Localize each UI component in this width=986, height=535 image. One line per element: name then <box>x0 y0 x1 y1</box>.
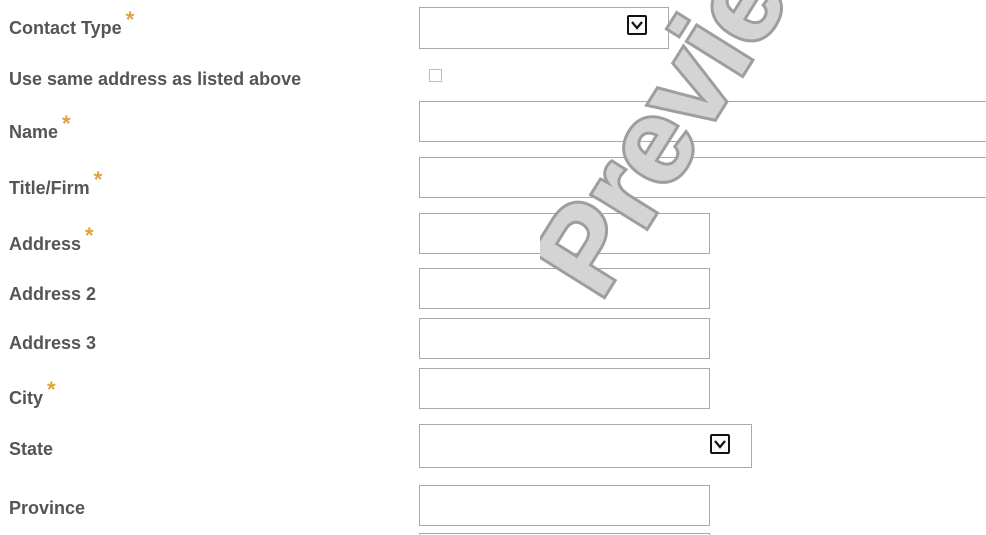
title-firm-label: Title/Firm * <box>9 167 103 198</box>
address3-input[interactable] <box>419 318 710 359</box>
state-label: State <box>9 439 54 459</box>
required-marker: * <box>85 223 94 248</box>
address3-label: Address 3 <box>9 333 97 353</box>
required-marker: * <box>62 111 71 136</box>
contact-type-select[interactable] <box>419 7 669 49</box>
title-firm-input[interactable] <box>419 157 986 198</box>
city-label: City * <box>9 377 56 408</box>
contact-type-label: Contact Type * <box>9 7 135 38</box>
same-address-checkbox[interactable] <box>429 69 442 82</box>
address-label: Address * <box>9 223 94 254</box>
address2-label: Address 2 <box>9 284 97 304</box>
required-marker: * <box>47 377 56 402</box>
address-input[interactable] <box>419 213 710 254</box>
required-marker: * <box>125 7 135 32</box>
contact-form: Contact Type * Use same address as listed… <box>0 0 986 535</box>
province-label: Province <box>9 498 86 518</box>
name-label: Name * <box>9 111 71 142</box>
same-address-label: Use same address as listed above <box>9 69 302 89</box>
name-input[interactable] <box>419 101 986 142</box>
chevron-down-icon[interactable] <box>710 434 730 454</box>
required-marker: * <box>93 167 103 192</box>
state-select[interactable] <box>419 424 752 468</box>
chevron-down-icon[interactable] <box>627 15 647 35</box>
address2-input[interactable] <box>419 268 710 309</box>
city-input[interactable] <box>419 368 710 409</box>
province-input[interactable] <box>419 485 710 526</box>
